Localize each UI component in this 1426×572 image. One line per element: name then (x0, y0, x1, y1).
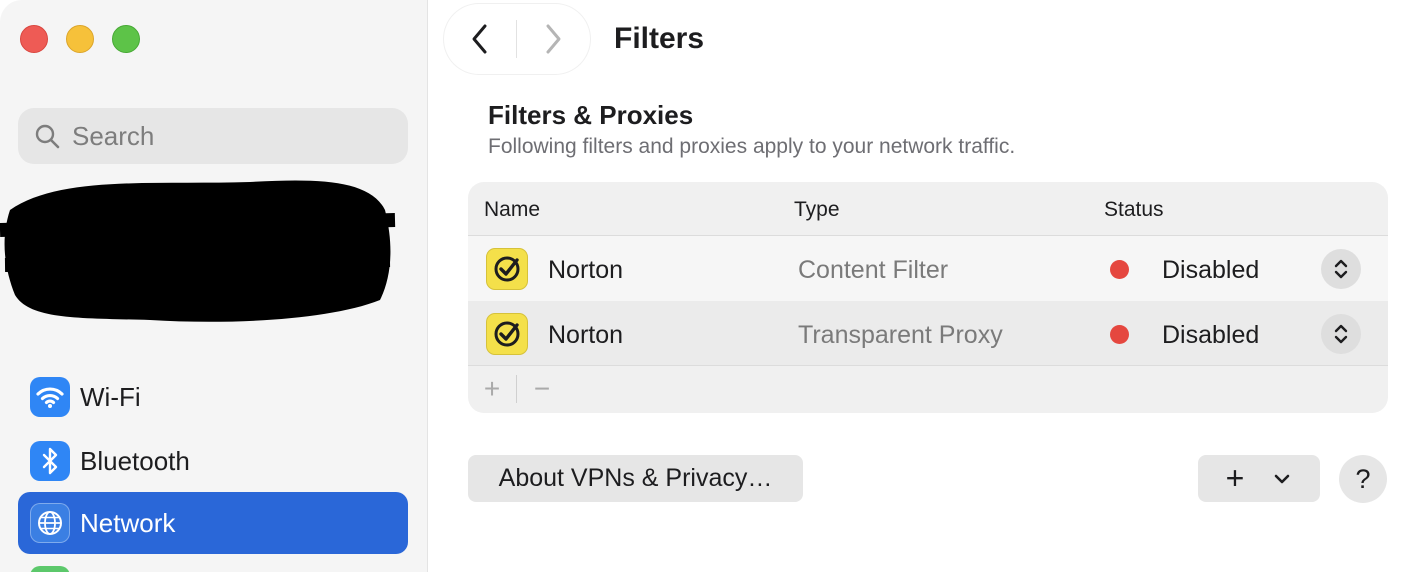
row-name: Norton (548, 321, 624, 349)
page-title: Filters (614, 22, 705, 55)
sidebar: Wi-Fi Bluetooth Network (0, 0, 428, 572)
globe-icon (30, 503, 70, 543)
chevron-right-icon (546, 24, 561, 54)
filters-table: Name Type Status Norton Content Filter D… (468, 182, 1388, 413)
row-type: Transparent Proxy (798, 321, 1003, 349)
footer-divider (516, 375, 517, 403)
norton-icon (486, 248, 528, 290)
forward-button[interactable] (517, 4, 589, 74)
add-configuration-menu-button[interactable]: + (1198, 455, 1320, 502)
column-header-type[interactable]: Type (794, 198, 840, 222)
row-status: Disabled (1162, 321, 1260, 349)
row-type: Content Filter (798, 256, 949, 284)
add-filter-button[interactable]: + (468, 366, 516, 412)
bluetooth-icon (30, 441, 70, 481)
section-subtitle: Following filters and proxies apply to y… (488, 135, 1016, 158)
sidebar-next-item-icon (30, 566, 70, 572)
status-indicator (1110, 260, 1129, 279)
sidebar-item-label: Network (80, 507, 176, 538)
up-down-chevron-icon (1334, 324, 1348, 344)
sidebar-item-label: Wi-Fi (80, 381, 141, 412)
sidebar-item-network[interactable]: Network (18, 492, 408, 554)
plus-icon: + (1225, 460, 1245, 496)
back-button[interactable] (444, 4, 516, 74)
section-title: Filters & Proxies (488, 100, 694, 130)
status-indicator (1110, 325, 1129, 344)
up-down-chevron-icon (1334, 259, 1348, 279)
close-window-button[interactable] (20, 25, 48, 53)
chevron-left-icon (472, 24, 487, 54)
table-header: Name Type Status (468, 182, 1388, 236)
column-header-name[interactable]: Name (484, 198, 540, 222)
search-field[interactable] (18, 108, 408, 164)
sidebar-item-bluetooth[interactable]: Bluetooth (18, 430, 408, 492)
minimize-window-button[interactable] (66, 25, 94, 53)
status-popup-button[interactable] (1321, 249, 1361, 289)
search-input[interactable] (72, 120, 372, 152)
norton-icon (486, 313, 528, 355)
status-popup-button[interactable] (1321, 314, 1361, 354)
remove-filter-button[interactable]: − (518, 366, 566, 412)
chevron-down-icon (1274, 474, 1290, 483)
sidebar-item-wifi[interactable]: Wi-Fi (18, 366, 408, 428)
wifi-icon (30, 377, 70, 417)
column-header-status[interactable]: Status (1104, 198, 1164, 222)
table-row[interactable]: Norton Content Filter Disabled (468, 236, 1388, 301)
about-vpns-privacy-button[interactable]: About VPNs & Privacy… (468, 455, 803, 502)
help-button[interactable]: ? (1339, 455, 1387, 503)
redaction-scribble (0, 180, 396, 322)
table-row[interactable]: Norton Transparent Proxy Disabled (468, 301, 1388, 366)
row-status: Disabled (1162, 256, 1260, 284)
table-footer: + − (468, 366, 1388, 412)
navigation-controls (444, 4, 590, 74)
search-icon (35, 124, 60, 149)
sidebar-item-label: Bluetooth (80, 445, 190, 476)
zoom-window-button[interactable] (112, 25, 140, 53)
row-name: Norton (548, 256, 624, 284)
